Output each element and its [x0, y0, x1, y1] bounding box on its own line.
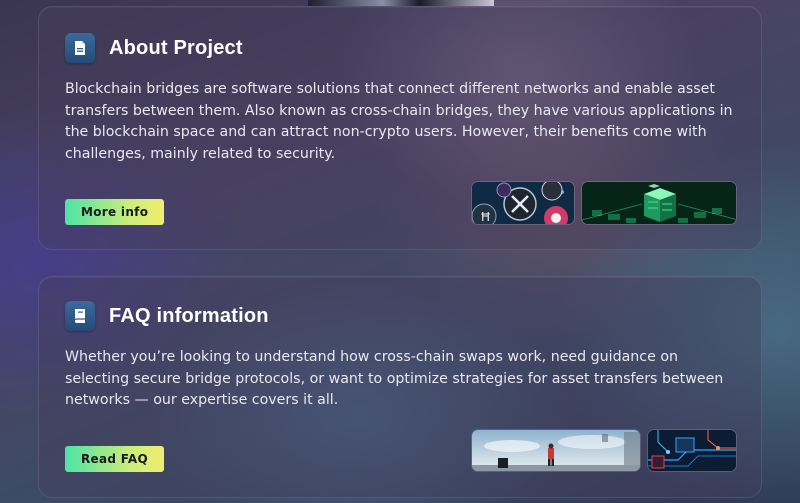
person-on-platform-image[interactable]: [471, 429, 641, 472]
faq-information-card: FAQ information Whether you’re looking t…: [38, 276, 762, 498]
crypto-coins-image[interactable]: Ħ: [471, 181, 575, 225]
read-faq-button[interactable]: Read FAQ: [65, 446, 164, 472]
about-card-title: About Project: [109, 36, 243, 59]
book-icon: [65, 301, 95, 331]
document-icon: [65, 33, 95, 63]
faq-card-header: FAQ information: [65, 301, 269, 331]
about-card-header: About Project: [65, 33, 243, 63]
faq-card-title: FAQ information: [109, 304, 269, 327]
svg-text:Ħ: Ħ: [480, 210, 491, 224]
faq-card-description: Whether you’re looking to understand how…: [65, 349, 724, 408]
green-cube-network-image[interactable]: [581, 181, 737, 225]
about-project-card: About Project Blockchain bridges are sof…: [38, 6, 762, 250]
circuit-board-image[interactable]: [647, 429, 737, 472]
about-card-description: Blockchain bridges are software solution…: [65, 81, 733, 162]
more-info-button[interactable]: More info: [65, 199, 165, 225]
